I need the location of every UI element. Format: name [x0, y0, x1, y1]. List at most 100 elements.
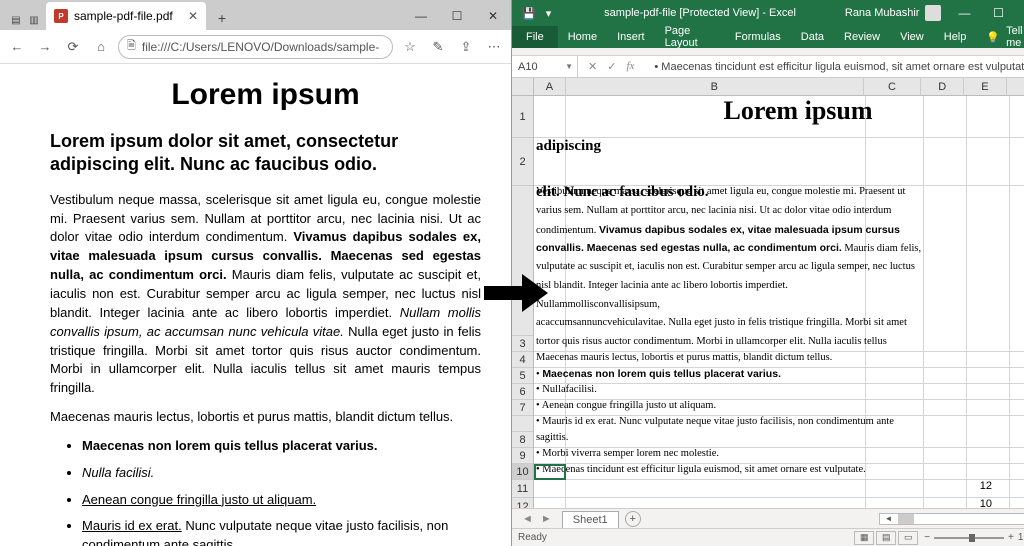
status-bar: Ready ▦ ▤ ▭ − + 100%: [512, 528, 1024, 546]
excel-close-button[interactable]: ✕: [1015, 0, 1024, 26]
column-header[interactable]: C: [864, 78, 922, 96]
menu-button[interactable]: ⋯: [483, 36, 505, 58]
sheet-nav-next-icon[interactable]: ►: [541, 513, 552, 525]
qat-dropdown-icon[interactable]: ▾: [546, 7, 552, 20]
save-icon[interactable]: 💾: [522, 7, 536, 20]
cell[interactable]: acaccumsannuncvehiculavitae. Nulla eget …: [536, 317, 996, 330]
cells-area[interactable]: Lorem ipsumadipiscingelit. Nunc ac fauci…: [534, 96, 1024, 508]
cell[interactable]: Maecenas mauris lectus, lobortis et puru…: [536, 352, 996, 365]
sheet-nav-prev-icon[interactable]: ◄: [522, 513, 533, 525]
page-layout-view-icon[interactable]: ▤: [876, 531, 896, 545]
ribbon-tab-home[interactable]: Home: [558, 26, 607, 48]
ribbon-tab-insert[interactable]: Insert: [607, 26, 655, 48]
forward-button[interactable]: →: [34, 36, 56, 58]
column-header[interactable]: F: [1007, 78, 1024, 96]
reading-button[interactable]: ✎: [427, 36, 449, 58]
favorite-button[interactable]: ☆: [399, 36, 421, 58]
row-header[interactable]: 12: [512, 498, 533, 508]
app-menu-icon[interactable]: ▤: [10, 14, 22, 26]
cell[interactable]: • Maecenas tincidunt est efficitur ligul…: [536, 464, 996, 477]
add-sheet-button[interactable]: +: [625, 511, 641, 527]
row-header[interactable]: 3: [512, 336, 533, 352]
row-header[interactable]: 8: [512, 432, 533, 448]
enter-formula-icon[interactable]: ✓: [607, 60, 616, 73]
page-break-view-icon[interactable]: ▭: [898, 531, 918, 545]
cell[interactable]: varius sem. Nullam at porttitor arcu, ne…: [536, 205, 996, 218]
cell[interactable]: nisl blandit. Integer lacinia ante ac li…: [536, 280, 996, 293]
cell[interactable]: vulputate ac suscipit et, iaculis non es…: [536, 261, 996, 274]
pdf-favicon: P: [54, 9, 68, 23]
normal-view-icon[interactable]: ▦: [854, 531, 874, 545]
ribbon-tab-help[interactable]: Help: [934, 26, 977, 48]
cell[interactable]: condimentum. Vivamus dapibus sodales ex,…: [536, 224, 996, 238]
share-button[interactable]: ⇪: [455, 36, 477, 58]
ribbon-tab-formulas[interactable]: Formulas: [725, 26, 791, 48]
row-header[interactable]: 1: [512, 96, 533, 138]
minimize-button[interactable]: —: [403, 2, 439, 30]
cell[interactable]: • Morbi viverra semper lorem nec molesti…: [536, 448, 996, 461]
back-button[interactable]: ←: [6, 36, 28, 58]
zoom-out-icon[interactable]: −: [924, 532, 930, 543]
cell[interactable]: Lorem ipsum: [568, 96, 1024, 126]
pdf-title: Lorem ipsum: [50, 78, 481, 112]
ribbon-tab-page-layout[interactable]: Page Layout: [655, 26, 725, 48]
ribbon-tab-review[interactable]: Review: [834, 26, 890, 48]
excel-maximize-button[interactable]: ☐: [981, 0, 1015, 26]
cell[interactable]: Vestibulum neque massa, scelerisque sit …: [536, 186, 996, 199]
cell[interactable]: 10: [536, 498, 996, 508]
formula-value[interactable]: • Maecenas tincidunt est efficitur ligul…: [650, 61, 1024, 73]
excel-minimize-button[interactable]: —: [947, 0, 981, 26]
spreadsheet-grid[interactable]: ABCDEF 123456789101112 Lorem ipsumadipis…: [512, 78, 1024, 508]
tell-me[interactable]: 💡 Tell me: [976, 25, 1024, 49]
browser-tab[interactable]: P sample-pdf-file.pdf ✕: [46, 2, 206, 30]
reload-button[interactable]: ⟳: [62, 36, 84, 58]
cell[interactable]: 12: [536, 480, 996, 492]
column-header[interactable]: A: [534, 78, 566, 96]
close-window-button[interactable]: ✕: [475, 2, 511, 30]
row-header[interactable]: 7: [512, 400, 533, 416]
close-tab-icon[interactable]: ✕: [188, 9, 198, 23]
cell[interactable]: • Nullafacilisi.: [536, 384, 996, 397]
zoom-slider[interactable]: [934, 537, 1004, 539]
app-list-icon[interactable]: ▥: [28, 14, 40, 26]
cell[interactable]: tortor quis risus auctor condimentum. Mo…: [536, 336, 996, 349]
cell[interactable]: convallis. Maecenas sed egestas nulla, a…: [536, 242, 996, 256]
namebox-dropdown-icon[interactable]: ▼: [565, 62, 573, 71]
sheet-tab[interactable]: Sheet1: [562, 511, 619, 528]
select-all-corner[interactable]: [512, 78, 534, 96]
horizontal-scrollbar[interactable]: ◄►: [879, 513, 1024, 525]
user-account[interactable]: Rana Mubashir: [839, 5, 948, 21]
cell[interactable]: • Aenean congue fringilla justo ut aliqu…: [536, 400, 996, 413]
row-header[interactable]: 6: [512, 384, 533, 400]
fx-icon[interactable]: fx: [626, 60, 640, 73]
column-headers[interactable]: ABCDEF: [534, 78, 1024, 96]
row-header[interactable]: 11: [512, 480, 533, 498]
list-item: Aenean congue fringilla justo ut aliquam…: [82, 491, 481, 510]
row-header[interactable]: 2: [512, 138, 533, 186]
zoom-control[interactable]: − + 100%: [924, 532, 1024, 543]
cell[interactable]: sagittis.: [536, 432, 996, 445]
column-header[interactable]: B: [566, 78, 864, 96]
row-header[interactable]: 5: [512, 368, 533, 384]
column-header[interactable]: D: [921, 78, 964, 96]
cell[interactable]: • Maecenas non lorem quis tellus placera…: [536, 368, 996, 382]
ribbon-tab-data[interactable]: Data: [791, 26, 834, 48]
address-bar[interactable]: 🗎 file:///C:/Users/LENOVO/Downloads/samp…: [118, 35, 393, 59]
row-header[interactable]: 4: [512, 352, 533, 368]
cell[interactable]: adipiscing: [536, 138, 996, 155]
row-header[interactable]: 9: [512, 448, 533, 464]
cancel-formula-icon[interactable]: ✕: [588, 60, 597, 73]
name-box[interactable]: A10 ▼: [512, 56, 578, 78]
cell[interactable]: Nullammollisconvallisipsum,: [536, 299, 996, 312]
row-header[interactable]: [512, 416, 533, 432]
cell[interactable]: • Mauris id ex erat. Nunc vulputate nequ…: [536, 416, 996, 429]
ribbon-tab-view[interactable]: View: [890, 26, 934, 48]
new-tab-button[interactable]: +: [210, 6, 234, 30]
row-header[interactable]: 10: [512, 464, 533, 480]
maximize-button[interactable]: ☐: [439, 2, 475, 30]
zoom-in-icon[interactable]: +: [1008, 532, 1014, 543]
tab-title: sample-pdf-file.pdf: [74, 9, 173, 23]
ribbon-tab-file[interactable]: File: [512, 26, 558, 48]
column-header[interactable]: E: [964, 78, 1007, 96]
home-button[interactable]: ⌂: [90, 36, 112, 58]
